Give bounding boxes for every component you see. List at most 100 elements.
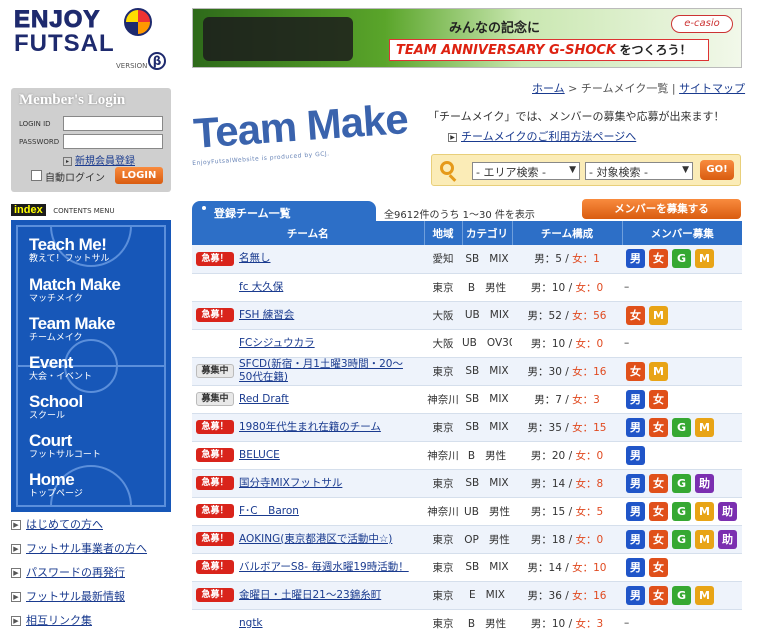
menu-school[interactable]: School スクール <box>29 393 83 422</box>
team-name-cell: 急募！ 金曜日・土曜日21～23錦糸町 <box>192 581 424 610</box>
team-name-link[interactable]: ngtk <box>239 617 263 630</box>
table-header-row: チーム名 地域 カテゴリ チーム構成 メンバー募集 <box>192 221 742 245</box>
arrow-icon: ▶ <box>11 520 21 530</box>
index-subtitle: CONTENTS MENU <box>53 207 115 215</box>
team-name-link[interactable]: SFCD(新宿・月1土曜3時間・20～50代在籍) <box>239 358 415 384</box>
target-search-select[interactable]: - 対象検索 - ▼ <box>585 162 693 180</box>
intro: 「チームメイク」では、メンバーの募集や応募が出来ます！ ▶ チームメイクのご利用方… <box>428 108 724 144</box>
category-cell: SB MIX <box>462 469 512 498</box>
region-cell: 大阪 <box>424 301 462 330</box>
sublink-news[interactable]: ▶ フットサル最新情報 <box>11 588 186 612</box>
intro-link[interactable]: ▶ チームメイクのご利用方法ページへ <box>448 128 724 144</box>
recruit-members-button[interactable]: メンバーを募集する <box>582 199 741 219</box>
team-name-link[interactable]: BELUCE <box>239 449 280 462</box>
arrow-icon: ▶ <box>11 568 21 578</box>
recruit-m-icon: 男 <box>626 529 645 549</box>
team-name-cell: 急募！ 国分寺MIXフットサル <box>192 469 424 498</box>
recruit-mg-icon: M <box>649 361 668 381</box>
team-name-cell: 急募！ 名無し <box>192 245 424 274</box>
team-name-link[interactable]: F･C Baron <box>239 505 299 518</box>
menu-home[interactable]: Home トップページ <box>29 471 83 500</box>
no-recruitment: – <box>624 337 630 349</box>
banner-line3: をつくろう！ <box>619 43 692 57</box>
recruiting-badge: 募集中 <box>196 364 234 378</box>
team-name-link[interactable]: FSH 練習会 <box>239 309 294 322</box>
recruitment-cell: – <box>622 609 742 634</box>
breadcrumb-sitemap[interactable]: サイトマップ <box>679 82 745 95</box>
table-row: FCシジュウカラ 大阪UB OV30男：10 / 女：0– <box>192 329 742 358</box>
recruit-m-icon: 男 <box>626 389 645 409</box>
composition-cell: 男：20 / 女：0 <box>512 441 622 470</box>
logo-line1: ENJOY <box>13 6 101 33</box>
table-row: 急募！ AOKING(東京都港区で活動中☆) 東京 OP 男性 男：18 / 女：0 男女… <box>192 525 742 554</box>
sublink-business[interactable]: ▶ フットサル事業者の方へ <box>11 540 186 564</box>
arrow-icon: ▶ <box>11 592 21 602</box>
sublink-mutual-links[interactable]: ▶ 相互リンク集 <box>11 612 186 636</box>
auto-login-checkbox[interactable] <box>31 170 42 181</box>
region-cell: 東京 <box>424 469 462 498</box>
recruitment-cell: 男女GM <box>622 413 742 442</box>
recruit-f-icon: 女 <box>626 361 645 381</box>
login-password-input[interactable] <box>63 134 163 149</box>
team-name-link[interactable]: バルボアーS8- 毎週水曜19時活動！ <box>239 561 409 574</box>
category-cell: SB MIX <box>462 385 512 414</box>
region-cell: 東京 <box>424 273 462 302</box>
arrow-icon: ▶ <box>11 544 21 554</box>
recruit-m-icon: 男 <box>626 557 645 577</box>
table-row: 急募！ 名無し 愛知 SB MIX 男：5 / 女：1 男女 G M <box>192 245 742 274</box>
recruitment-cell: 男女GM助 <box>622 497 742 526</box>
menu-court[interactable]: Court フットサルコート <box>29 432 101 461</box>
arrow-icon: ▶ <box>448 132 457 142</box>
team-list-tab: 登録チーム一覧 <box>192 201 376 221</box>
recruitment-cell: 男女G助 <box>622 469 742 498</box>
site-logo[interactable]: ENJOY FUTSAL VERSION β <box>12 6 170 72</box>
login-button[interactable]: LOGIN <box>115 167 163 184</box>
recruit-f-icon: 女 <box>649 389 668 409</box>
recruitment-cell: – <box>622 329 742 358</box>
region-cell: 東京 <box>424 525 462 554</box>
table-row: 募集中 SFCD(新宿・月1土曜3時間・20～50代在籍) 東京 SB MIX 男：30… <box>192 357 742 386</box>
table-row: 急募！ BELUCE 神奈川 B 男性 男：20 / 女：0 男 <box>192 441 742 470</box>
category-cell: SB MIX <box>462 553 512 582</box>
breadcrumb-divider: | <box>671 82 676 95</box>
recruit-mg-icon: M <box>695 585 714 605</box>
area-search-select[interactable]: - エリア検索 - ▼ <box>472 162 580 180</box>
auto-login-label: 自動ログイン <box>45 173 105 184</box>
recruit-mg-icon: M <box>695 529 714 549</box>
recruit-s-icon: 助 <box>718 529 737 549</box>
urgent-badge: 急募！ <box>196 251 234 266</box>
team-name-link[interactable]: fc 大久保 <box>239 281 283 294</box>
table-row: 急募！ バルボアーS8- 毎週水曜19時活動！ 東京 SB MIX 男：14 / 女：1… <box>192 553 742 582</box>
menu-teach-me[interactable]: Teach Me! 教えて！フットサル <box>29 236 110 265</box>
team-name-link[interactable]: 国分寺MIXフットサル <box>239 477 342 490</box>
composition-cell: 男：10 / 女：3 <box>512 609 622 634</box>
g-shock-banner[interactable]: e-casio みんなの記念に TEAM ANNIVERSARY G-SHOCK… <box>192 8 742 68</box>
page-title: Team Make EnjoyFutsalWebsite is produced… <box>192 95 422 184</box>
table-row: 急募！ 国分寺MIXフットサル 東京 SB MIX 男：14 / 女：8 男女 G 助 <box>192 469 742 498</box>
team-name-link[interactable]: FCシジュウカラ <box>239 337 315 350</box>
recruit-f-icon: 女 <box>649 585 668 605</box>
menu-match-make[interactable]: Match Make マッチメイク <box>29 276 121 305</box>
team-name-link[interactable]: 金曜日・土曜日21～23錦糸町 <box>239 589 381 602</box>
menu-event[interactable]: Event 大会・イベント <box>29 354 92 383</box>
go-button[interactable]: GO! <box>700 160 734 180</box>
category-cell: E MIX <box>462 581 512 610</box>
team-name-link[interactable]: AOKING(東京都港区で活動中☆) <box>239 533 392 546</box>
recruitment-cell: 女M <box>622 357 742 386</box>
sublink-password-reset[interactable]: ▶ パスワードの再発行 <box>11 564 186 588</box>
sublink-beginners[interactable]: ▶ はじめての方へ <box>11 516 186 540</box>
register-link[interactable]: ▸ 新規会員登録 <box>63 152 135 167</box>
composition-cell: 男：14 / 女：10 <box>512 553 622 582</box>
recruit-f-icon: 女 <box>649 529 668 549</box>
recruit-s-icon: 助 <box>695 473 714 493</box>
sub-links: ▶ はじめての方へ ▶ フットサル事業者の方へ ▶ パスワードの再発行 ▶ フットサル最… <box>11 516 186 636</box>
team-name-link[interactable]: 1980年代生まれ在籍のチーム <box>239 421 381 434</box>
team-name-link[interactable]: Red Draft <box>239 393 289 406</box>
login-id-input[interactable] <box>63 116 163 131</box>
breadcrumb-home[interactable]: ホーム <box>532 82 565 95</box>
team-name-link[interactable]: 名無し <box>239 252 271 265</box>
recruit-f-icon: 女 <box>649 501 668 521</box>
recruit-g-icon: G <box>672 501 691 521</box>
menu-team-make[interactable]: Team Make チームメイク <box>29 315 115 344</box>
recruit-m-icon: 男 <box>626 501 645 521</box>
